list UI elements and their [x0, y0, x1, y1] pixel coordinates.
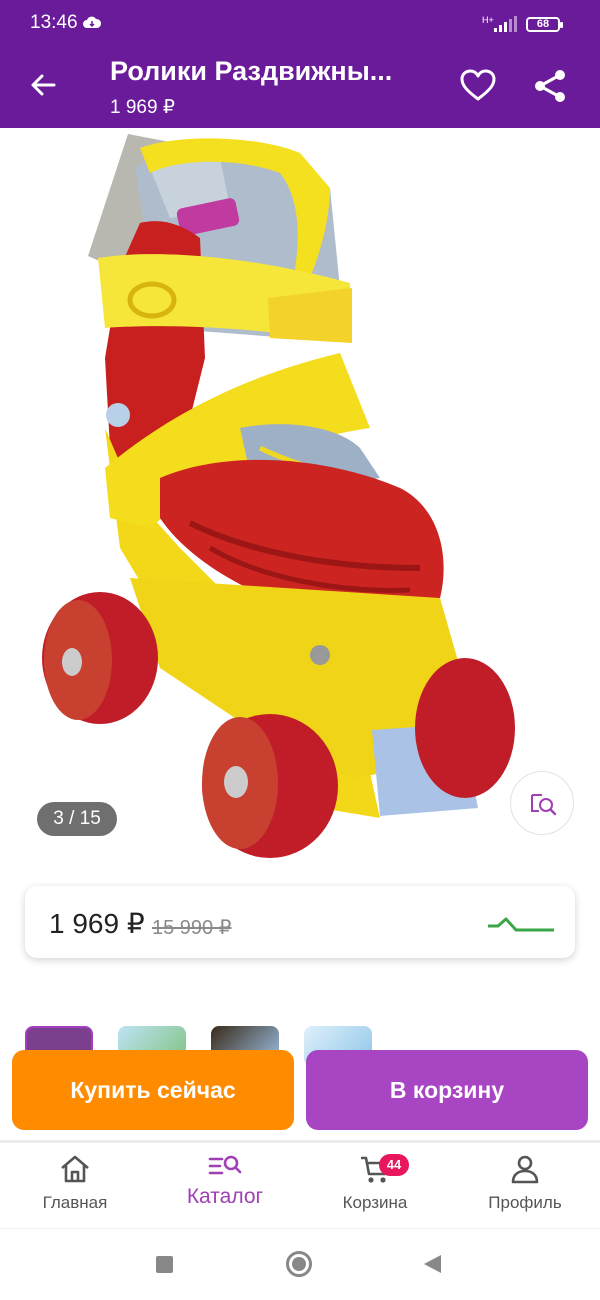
home-icon [61, 1155, 89, 1183]
heart-icon[interactable] [458, 66, 498, 106]
product-gallery[interactable] [0, 128, 600, 858]
cart-badge: 44 [379, 1154, 409, 1176]
nav-item-cart[interactable]: 44 Корзина [315, 1153, 435, 1213]
buy-now-button[interactable]: Купить сейчас [12, 1050, 294, 1130]
nav-label-profile: Профиль [488, 1193, 562, 1212]
catalog-search-icon [208, 1155, 242, 1175]
nav-label-cart: Корзина [342, 1193, 408, 1212]
status-time: 13:46 [30, 12, 78, 33]
nav-item-catalog[interactable]: Каталог [165, 1153, 285, 1209]
nav-item-profile[interactable]: Профиль [465, 1153, 585, 1213]
price-card[interactable]: 1 969 ₽ 15 990 ₽ [25, 886, 575, 958]
price-trend-icon [488, 917, 554, 932]
image-search-icon [531, 794, 557, 816]
cloud-icon [83, 16, 102, 28]
system-back-icon[interactable] [424, 1255, 441, 1273]
app-bar: Ролики Раздвижны... 1 969 ₽ [0, 44, 600, 128]
zoom-button[interactable] [510, 771, 574, 835]
battery-icon: 68 [526, 17, 563, 32]
product-image [42, 134, 515, 858]
network-type: H+ [482, 15, 494, 25]
profile-icon [511, 1155, 539, 1184]
page-title: Ролики Раздвижны... [110, 56, 393, 86]
back-arrow-icon[interactable] [26, 68, 60, 102]
system-nav-bar [0, 1228, 600, 1300]
header-price: 1 969 ₽ [110, 97, 175, 118]
recent-apps-icon[interactable] [156, 1256, 173, 1273]
current-price: 1 969 ₽ [49, 908, 145, 939]
nav-label-home: Главная [42, 1193, 108, 1212]
nav-label-catalog: Каталог [186, 1185, 264, 1208]
share-icon[interactable] [530, 66, 570, 106]
nav-item-home[interactable]: Главная [15, 1153, 135, 1213]
signal-icon [494, 16, 517, 32]
add-to-cart-button[interactable]: В корзину [306, 1050, 588, 1130]
old-price: 15 990 ₽ [152, 917, 232, 939]
bottom-nav: Главная Каталог 44 Корзина Профиль [0, 1143, 600, 1227]
status-bar: 13:46 H+ 68 [0, 0, 600, 44]
battery-level: 68 [536, 18, 550, 30]
home-button-icon[interactable] [286, 1251, 312, 1277]
image-counter: 3 / 15 [37, 802, 117, 836]
